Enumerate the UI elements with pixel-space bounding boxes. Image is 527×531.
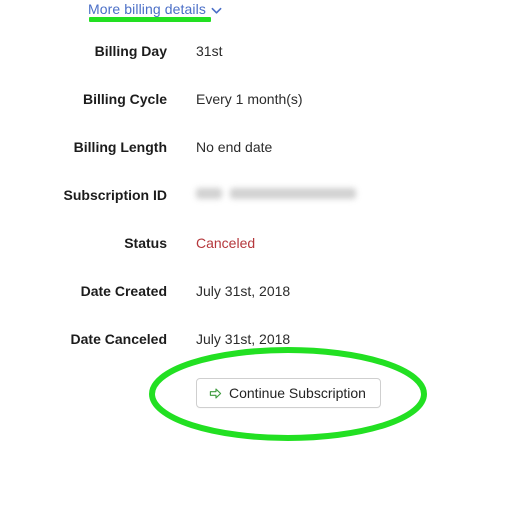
redacted-block [230,188,356,199]
redacted-block [196,188,222,199]
table-row: Billing Day 31st [0,41,527,89]
row-label-date-canceled: Date Canceled [70,331,167,347]
row-label-billing-day: Billing Day [94,43,167,59]
row-value-billing-day: 31st [196,43,223,59]
continue-subscription-button[interactable]: Continue Subscription [196,378,381,408]
continue-subscription-label: Continue Subscription [229,385,366,401]
row-label-date-created: Date Created [80,283,167,299]
table-row: Billing Length No end date [0,137,527,185]
more-billing-details-link[interactable]: More billing details [88,1,222,18]
row-label-subscription-id: Subscription ID [63,187,167,203]
table-row: Date Canceled July 31st, 2018 [0,329,527,377]
row-value-subscription-id-redacted [196,185,356,199]
table-row: Date Created July 31st, 2018 [0,281,527,329]
row-label-billing-length: Billing Length [73,139,167,155]
table-row: Status Canceled [0,233,527,281]
billing-details-table: Billing Day 31st Billing Cycle Every 1 m… [0,41,527,377]
right-arrow-icon [209,387,222,400]
more-billing-details-label: More billing details [88,1,206,17]
table-row: Billing Cycle Every 1 month(s) [0,89,527,137]
table-row: Subscription ID [0,185,527,233]
row-value-date-canceled: July 31st, 2018 [196,331,291,347]
billing-details-page: More billing details Billing Day 31st Bi… [0,0,527,531]
row-value-date-created: July 31st, 2018 [196,283,291,299]
row-value-billing-cycle: Every 1 month(s) [196,91,303,107]
chevron-down-icon [211,5,222,16]
row-label-billing-cycle: Billing Cycle [82,91,167,107]
row-value-billing-length: No end date [196,139,273,155]
status-badge: Canceled [196,235,256,251]
row-label-status: Status [124,235,167,251]
